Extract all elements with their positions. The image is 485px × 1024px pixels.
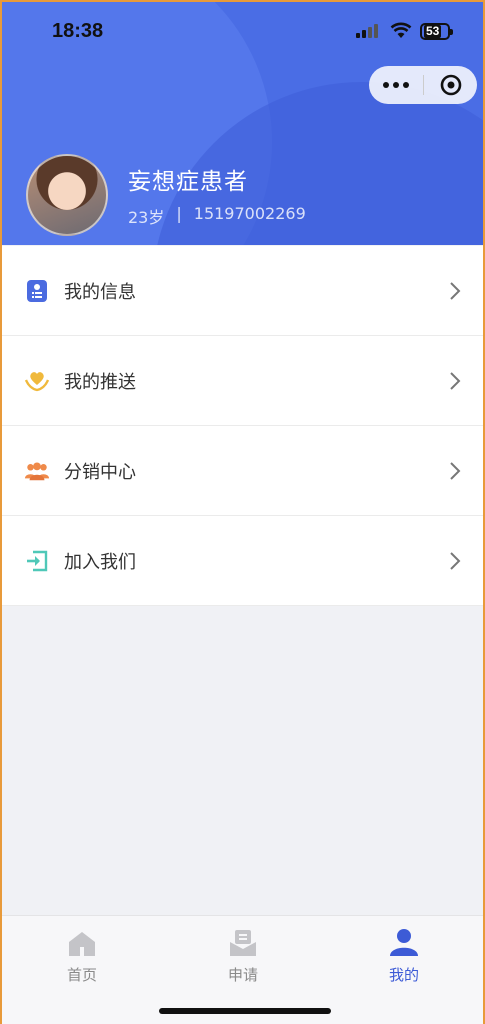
profile-summary: 妄想症患者 23岁 | 15197002269 xyxy=(26,154,306,236)
profile-header: 18:38 53 妄想症患者 23岁 | 15197002269 xyxy=(2,2,483,245)
target-icon xyxy=(440,74,461,96)
menu-item-join-us[interactable]: 加入我们 xyxy=(2,516,483,606)
tab-home[interactable]: 首页 xyxy=(42,926,122,985)
tab-apply[interactable]: 申请 xyxy=(203,926,283,985)
heart-hands-icon xyxy=(24,368,50,394)
chevron-right-icon xyxy=(450,461,461,480)
chevron-right-icon xyxy=(450,371,461,390)
wifi-icon xyxy=(390,22,412,38)
more-button[interactable] xyxy=(369,82,423,88)
user-icon xyxy=(364,926,444,958)
chevron-right-icon xyxy=(450,551,461,570)
info-separator: | xyxy=(176,204,182,223)
chevron-right-icon xyxy=(450,281,461,300)
status-time: 18:38 xyxy=(52,20,104,42)
battery-icon: 53 xyxy=(420,23,453,40)
tab-label: 我的 xyxy=(388,966,419,984)
menu-item-label: 加入我们 xyxy=(64,551,136,573)
cellular-signal-icon xyxy=(356,24,378,38)
user-phone: 15197002269 xyxy=(193,204,306,223)
enter-icon xyxy=(24,548,50,574)
mail-icon xyxy=(203,926,283,958)
user-age: 23岁 xyxy=(128,208,165,227)
miniprogram-capsule xyxy=(369,66,477,104)
menu-item-my-push[interactable]: 我的推送 xyxy=(2,336,483,426)
user-name: 妄想症患者 xyxy=(128,169,248,195)
menu-item-my-info[interactable]: 我的信息 xyxy=(2,246,483,336)
home-icon xyxy=(42,926,122,958)
avatar[interactable] xyxy=(26,154,108,236)
close-miniprogram-button[interactable] xyxy=(424,74,477,96)
tab-label: 首页 xyxy=(66,966,97,984)
battery-level: 53 xyxy=(424,24,442,38)
group-icon xyxy=(24,458,50,484)
tab-mine[interactable]: 我的 xyxy=(364,926,444,985)
menu-item-label: 我的信息 xyxy=(64,281,136,303)
home-indicator xyxy=(159,1008,331,1014)
menu-item-label: 我的推送 xyxy=(64,371,136,393)
tab-label: 申请 xyxy=(227,966,258,984)
id-card-icon xyxy=(24,278,50,304)
status-bar: 18:38 53 xyxy=(2,2,483,62)
menu-list: 我的信息 我的推送 分销中心 加入我们 xyxy=(2,246,483,606)
menu-item-distribution[interactable]: 分销中心 xyxy=(2,426,483,516)
menu-item-label: 分销中心 xyxy=(64,461,136,483)
